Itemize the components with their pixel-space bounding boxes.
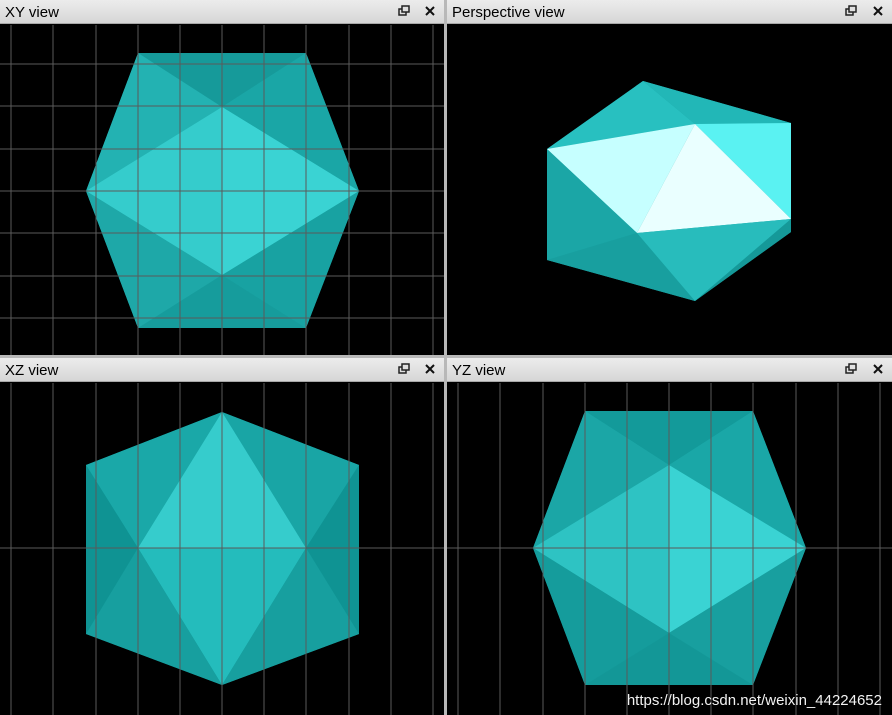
xy-view-pane: XY view <box>0 0 444 355</box>
yz-viewport[interactable]: https://blog.csdn.net/weixin_44224652 <box>447 383 892 715</box>
xz-view-pane: XZ view <box>0 358 444 715</box>
close-icon[interactable] <box>422 361 438 377</box>
xy-viewport[interactable] <box>0 25 444 355</box>
xy-scene <box>0 25 444 355</box>
restore-window-icon[interactable] <box>843 3 859 19</box>
perspective-scene <box>547 81 791 301</box>
yz-view-titlebar[interactable]: YZ view <box>447 358 892 382</box>
perspective-view-titlebar[interactable]: Perspective view <box>447 0 892 24</box>
close-icon[interactable] <box>422 3 438 19</box>
grid <box>447 383 892 715</box>
grid <box>0 383 444 715</box>
xz-scene <box>0 383 444 715</box>
yz-view-title: YZ view <box>452 362 506 379</box>
restore-window-icon[interactable] <box>396 361 412 377</box>
close-icon[interactable] <box>870 361 886 377</box>
xz-viewport[interactable] <box>0 383 444 715</box>
watermark-text: https://blog.csdn.net/weixin_44224652 <box>626 692 882 709</box>
mesh-polyhedron <box>547 81 791 301</box>
yz-scene <box>447 383 892 715</box>
perspective-viewport[interactable] <box>447 25 892 355</box>
close-icon[interactable] <box>870 3 886 19</box>
restore-window-icon[interactable] <box>843 361 859 377</box>
perspective-view-pane: Perspective view <box>447 0 892 355</box>
grid <box>0 25 444 355</box>
xy-view-titlebar[interactable]: XY view <box>0 0 444 24</box>
xz-view-titlebar[interactable]: XZ view <box>0 358 444 382</box>
restore-window-icon[interactable] <box>396 3 412 19</box>
yz-view-pane: YZ view https://blog.csdn.net/weixin_442… <box>447 358 892 715</box>
xz-view-title: XZ view <box>5 362 59 379</box>
perspective-view-title: Perspective view <box>452 4 565 21</box>
xy-view-title: XY view <box>5 4 59 21</box>
